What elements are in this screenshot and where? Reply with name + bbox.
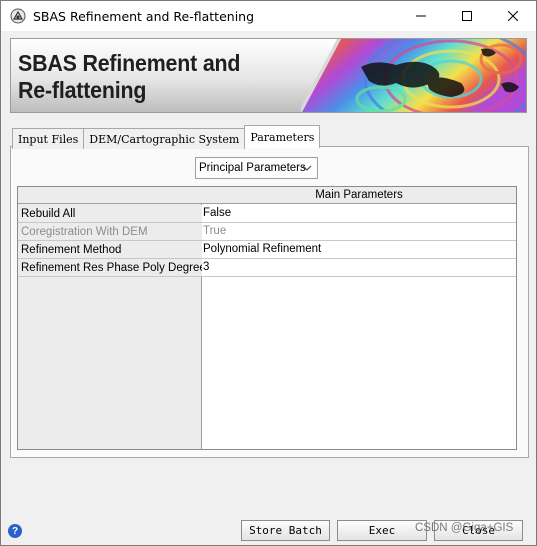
row-label-refinement-method: Refinement Method <box>18 241 202 259</box>
interferogram-image <box>301 39 526 112</box>
chevron-down-icon <box>302 165 312 171</box>
table-row: Refinement Method Polynomial Refinement <box>18 241 516 259</box>
minimize-icon <box>416 15 426 17</box>
column-header-main-parameters: Main Parameters <box>202 187 516 204</box>
table-row: Refinement Res Phase Poly Degree 3 <box>18 259 516 277</box>
value-coregistration-with-dem: True <box>202 223 516 241</box>
maximize-icon <box>462 11 472 21</box>
close-icon <box>508 11 518 21</box>
value-rebuild-all[interactable]: False <box>202 205 516 223</box>
minimize-button[interactable] <box>398 1 444 31</box>
value-refinement-method[interactable]: Polynomial Refinement <box>202 241 516 259</box>
row-label-refinement-res-phase-poly-degree: Refinement Res Phase Poly Degree <box>18 259 202 277</box>
banner-title: SBAS Refinement and Re-flattening <box>18 50 241 103</box>
app-logo-icon <box>10 8 26 24</box>
watermark-text: CSDN @Giga+GIS <box>415 522 514 534</box>
tab-dem-cartographic-system[interactable]: DEM/Cartographic System <box>83 128 246 149</box>
title-bar[interactable]: SBAS Refinement and Re-flattening <box>1 1 536 31</box>
table-corner <box>18 187 202 204</box>
tab-input-files[interactable]: Input Files <box>12 128 85 149</box>
row-label-rebuild-all: Rebuild All <box>18 205 202 223</box>
parameters-table: Main Parameters Rebuild All False Coregi… <box>17 186 517 450</box>
maximize-button[interactable] <box>444 1 490 31</box>
row-label-coregistration-with-dem: Coregistration With DEM <box>18 223 202 241</box>
tab-parameters[interactable]: Parameters <box>244 125 321 148</box>
table-row: Coregistration With DEM True <box>18 223 516 241</box>
parameter-group-select[interactable]: Principal Parameters <box>195 157 318 179</box>
tab-bar: Input Files DEM/Cartographic System Para… <box>12 125 321 149</box>
exec-button[interactable]: Exec <box>337 520 427 541</box>
window-title: SBAS Refinement and Re-flattening <box>33 8 255 24</box>
header-banner: SBAS Refinement and Re-flattening <box>10 38 527 113</box>
close-window-button[interactable] <box>490 1 536 31</box>
table-row: Rebuild All False <box>18 205 516 223</box>
store-batch-button[interactable]: Store Batch <box>241 520 330 541</box>
value-refinement-res-phase-poly-degree[interactable]: 3 <box>202 259 516 277</box>
help-icon[interactable]: ? <box>8 524 22 538</box>
parameter-group-value: Principal Parameters <box>199 162 306 174</box>
